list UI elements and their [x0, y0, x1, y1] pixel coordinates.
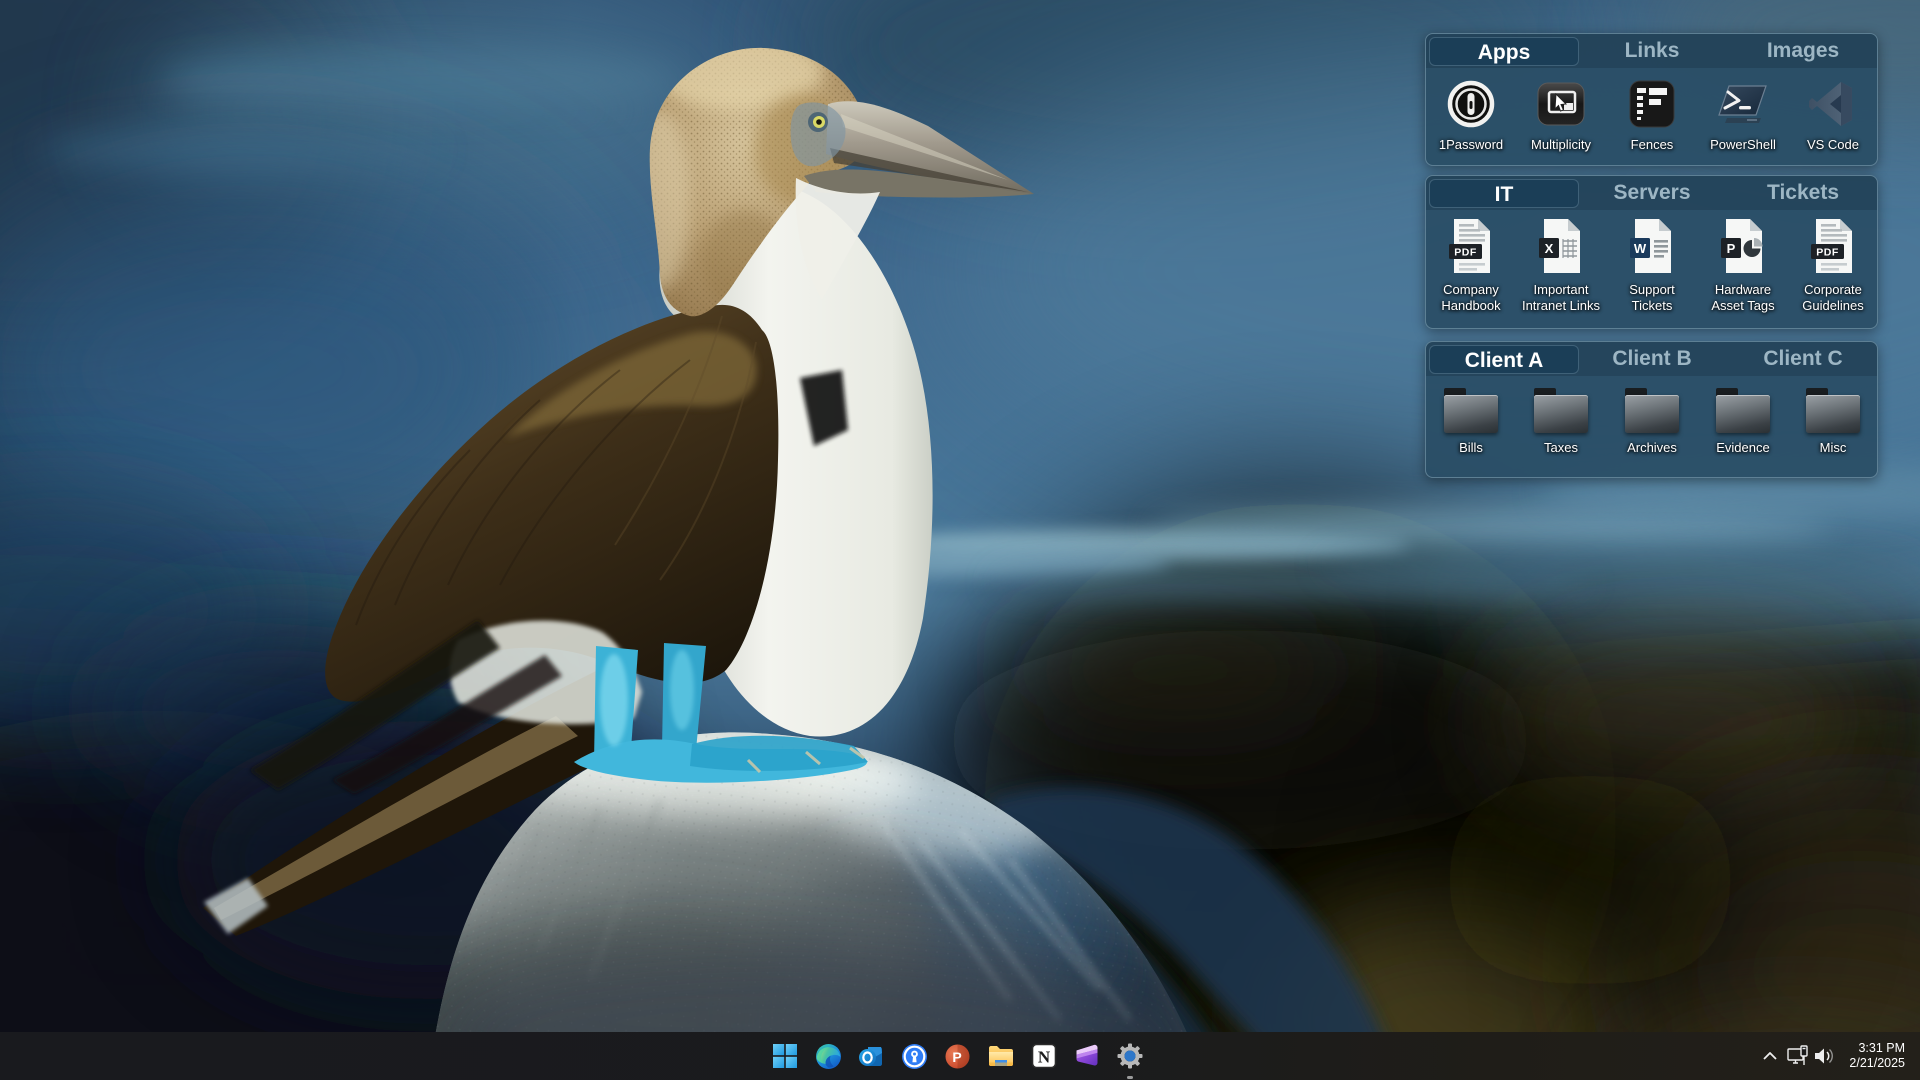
svg-text:PDF: PDF [1816, 247, 1839, 259]
svg-text:P: P [1727, 241, 1736, 256]
svg-text:X: X [1545, 241, 1554, 256]
svg-text:P: P [952, 1049, 961, 1065]
svg-text:N: N [1037, 1048, 1050, 1067]
svg-text:W: W [1634, 241, 1647, 256]
svg-text:PDF: PDF [1454, 247, 1477, 259]
